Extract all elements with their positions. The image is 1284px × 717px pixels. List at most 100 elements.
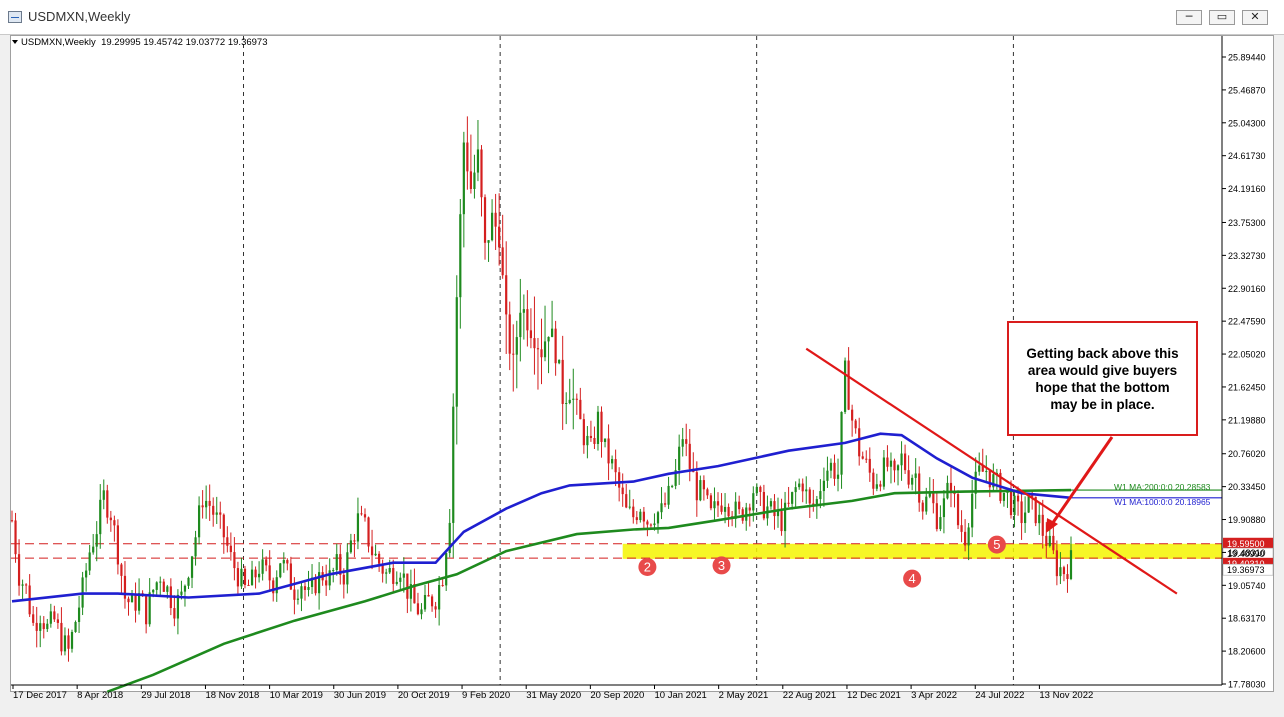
candle-body: [92, 546, 95, 553]
candle-body: [822, 480, 825, 492]
candle-body: [671, 485, 674, 487]
candle-body: [787, 502, 790, 504]
candle-body: [681, 439, 684, 447]
y-tick-label: 21.19880: [1228, 415, 1266, 425]
candle-body: [25, 584, 28, 586]
candle-body: [187, 577, 190, 586]
candle-body: [370, 546, 374, 556]
y-tick-label: 20.76020: [1228, 449, 1266, 459]
y-tick-label: 23.32730: [1228, 251, 1266, 261]
candle-body: [621, 487, 624, 495]
y-tick-label: 25.46870: [1228, 85, 1266, 95]
candle-body: [783, 502, 787, 532]
candle-body: [194, 537, 197, 557]
candle-body: [406, 573, 409, 599]
candle-body: [247, 584, 250, 586]
candle-body: [335, 554, 338, 571]
y-tick-label: 25.04300: [1228, 118, 1266, 128]
candle-body: [572, 398, 575, 400]
candle-body: [801, 483, 804, 492]
candle-body: [558, 359, 561, 364]
candle-body: [579, 399, 582, 420]
candle-body: [653, 523, 656, 526]
candle-body: [625, 494, 628, 508]
candle-body: [459, 214, 462, 298]
info-high: 19.45742: [143, 37, 183, 48]
candle-body: [226, 537, 229, 546]
candle-body: [473, 172, 476, 190]
x-tick-label: 9 Feb 2020: [462, 690, 510, 701]
candle-body: [240, 568, 243, 587]
candle-body: [1045, 535, 1048, 546]
candle-body: [212, 505, 215, 515]
candle-body: [836, 474, 840, 479]
candle-body: [466, 142, 469, 172]
candle-body: [752, 493, 755, 511]
candle-body: [921, 502, 924, 512]
candle-body: [716, 501, 720, 506]
candle-body: [706, 489, 709, 496]
candle-body: [522, 309, 525, 313]
candle-body: [395, 581, 398, 584]
candle-body: [282, 560, 285, 564]
candle-body: [780, 511, 783, 532]
candle-body: [116, 525, 119, 565]
candle-body: [759, 486, 762, 492]
candle-body: [1069, 550, 1073, 580]
candle-body: [441, 585, 444, 587]
candle-body: [642, 511, 645, 522]
candle-body: [328, 570, 331, 586]
candle-body: [914, 473, 917, 478]
marker-label: 2: [644, 559, 651, 574]
candle-body: [385, 572, 388, 574]
candle-body: [490, 212, 494, 241]
candle-body: [166, 586, 169, 592]
candle-body: [272, 580, 275, 594]
candle-body: [423, 594, 427, 610]
dropdown-triangle-icon[interactable]: [12, 40, 18, 45]
annotation-callout: Getting back above this area would give …: [1007, 321, 1198, 436]
candle-body: [300, 586, 303, 599]
candle-body: [678, 446, 681, 471]
candle-body: [713, 501, 716, 509]
candle-body: [85, 570, 88, 578]
candle-body: [565, 403, 568, 405]
candle-body: [533, 338, 536, 349]
y-tick-label: 22.90160: [1228, 284, 1266, 294]
candle-body: [296, 598, 300, 600]
candle-body: [568, 399, 571, 404]
candle-body: [798, 483, 801, 488]
candle-body: [911, 477, 914, 485]
candle-body: [1016, 495, 1020, 502]
candle-body: [201, 505, 204, 508]
candle-body: [113, 520, 116, 526]
candle-body: [512, 353, 515, 355]
candle-body: [695, 472, 698, 501]
candle-body: [279, 563, 282, 578]
info-symbol: USDMXN,Weekly: [21, 37, 96, 48]
candle-body: [614, 459, 617, 473]
candle-body: [872, 472, 875, 489]
candle-body: [356, 513, 360, 542]
candle-body: [1062, 567, 1066, 575]
candle-body: [60, 622, 63, 652]
candle-body: [738, 501, 741, 510]
candle-body: [596, 411, 600, 444]
candle-body: [388, 568, 391, 573]
candle-body: [985, 471, 988, 473]
candle-body: [152, 589, 155, 593]
candle-body: [208, 500, 211, 506]
candle-body: [639, 511, 642, 521]
candle-body: [53, 611, 56, 620]
candle-body: [148, 592, 151, 625]
candle-body: [480, 149, 483, 198]
candle-body: [176, 594, 180, 619]
candle-body: [46, 623, 49, 630]
y-tick-label: 24.19160: [1228, 184, 1266, 194]
candle-body: [303, 586, 307, 590]
x-tick-label: 8 Apr 2018: [77, 690, 123, 701]
candle-body: [865, 458, 868, 460]
candle-body: [483, 197, 487, 243]
candle-body: [755, 486, 758, 494]
candle-body: [699, 480, 702, 501]
